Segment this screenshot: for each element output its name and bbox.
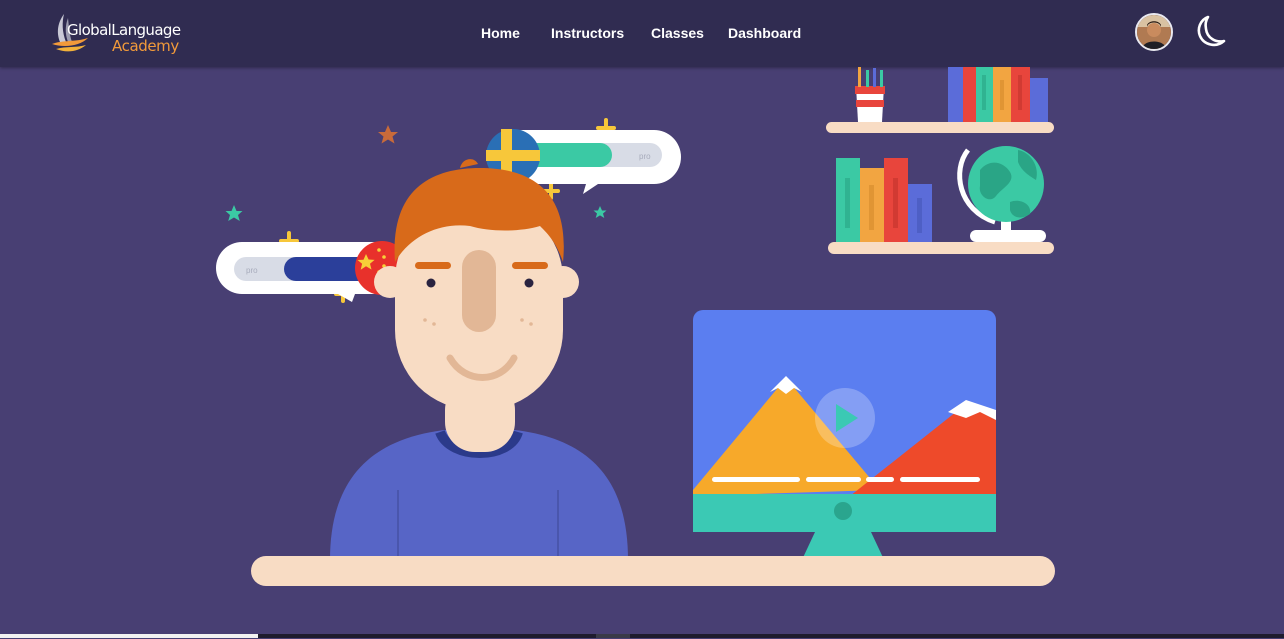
bubble-tag-right: pro — [639, 152, 651, 161]
upper-shelf — [826, 52, 1054, 133]
nav-instructors[interactable]: Instructors — [551, 25, 624, 41]
moon-icon — [1197, 15, 1226, 47]
student-character — [330, 159, 628, 560]
bottom-strip — [0, 634, 1284, 638]
theme-toggle-button[interactable] — [1192, 13, 1230, 51]
video-lesson-monitor — [693, 310, 996, 564]
nav-dashboard[interactable]: Dashboard — [728, 25, 801, 41]
bubble-tag-left: pro — [246, 266, 258, 275]
bottom-strip-light — [0, 634, 258, 638]
nav-classes[interactable]: Classes — [651, 25, 704, 41]
hero-section: pro pro — [0, 52, 1284, 634]
main-nav: Home Instructors Classes Dashboard — [0, 25, 1284, 45]
avatar-photo-icon — [1137, 15, 1171, 49]
bottom-strip-dark — [596, 634, 630, 638]
user-avatar[interactable] — [1135, 13, 1173, 51]
language-learning-illustration: pro pro — [216, 52, 1055, 586]
top-navbar: GlobalLanguage Academy Home Instructors … — [0, 0, 1284, 67]
nav-home[interactable]: Home — [481, 25, 520, 41]
lower-shelf — [828, 146, 1054, 254]
desk — [251, 556, 1055, 586]
